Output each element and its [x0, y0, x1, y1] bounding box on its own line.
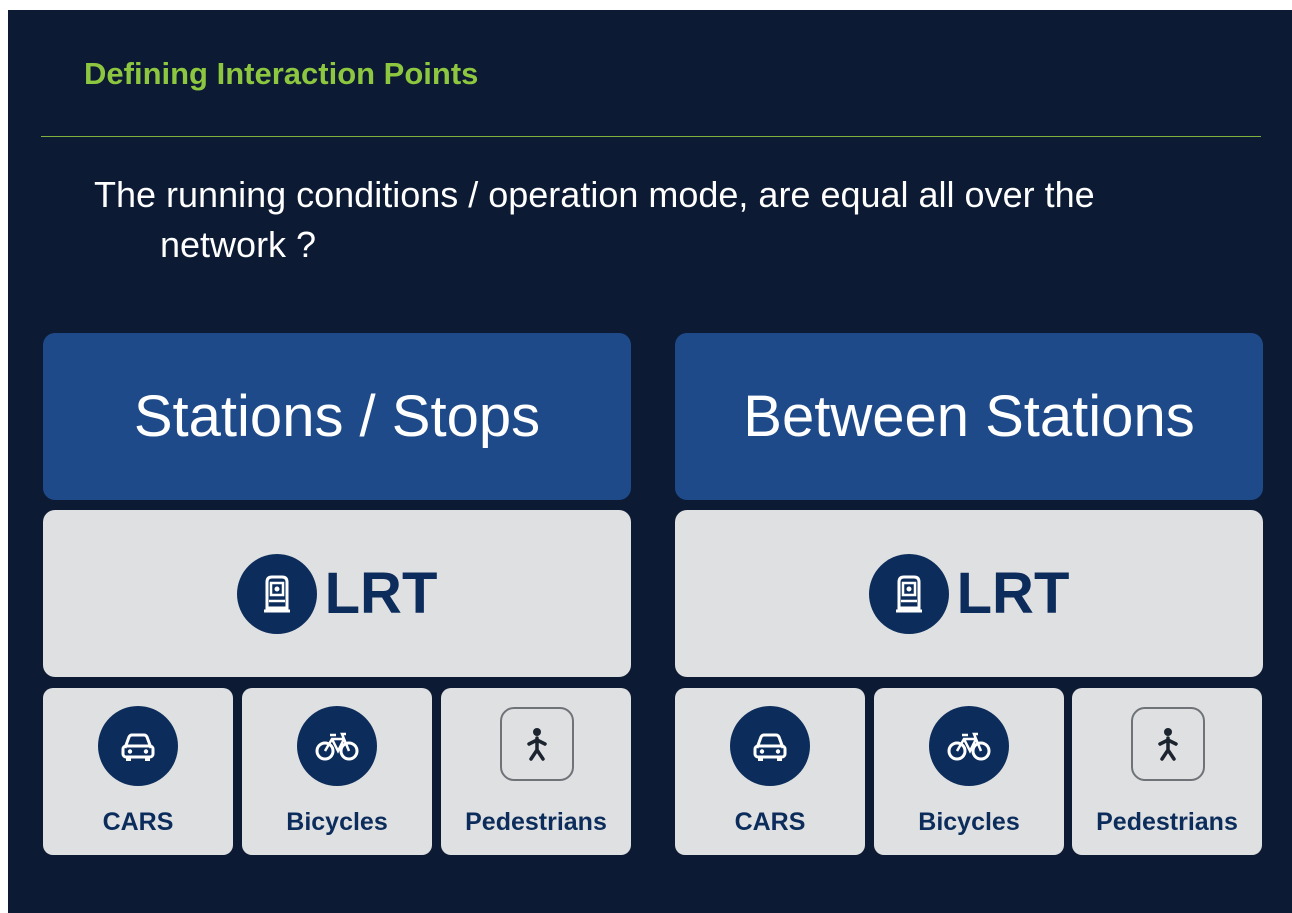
lrt-box-between: LRT [675, 510, 1263, 677]
bicycle-icon [297, 706, 377, 786]
train-icon [868, 553, 949, 634]
mode-bicycles-stations: Bicycles [242, 688, 432, 855]
car-icon [730, 706, 810, 786]
mode-label: Pedestrians [465, 808, 607, 836]
mode-label: Bicycles [286, 808, 388, 836]
question-line-1: The running conditions / operation mode,… [94, 174, 1095, 215]
lrt-label: LRT [956, 561, 1070, 626]
bicycle-icon [929, 706, 1009, 786]
car-icon [98, 706, 178, 786]
pedestrian-icon [1131, 707, 1205, 781]
slide-title: Defining Interaction Points [84, 56, 479, 91]
mode-label: Bicycles [918, 808, 1020, 836]
mode-cars-between: CARS [675, 688, 865, 855]
mode-pedestrians-stations: Pedestrians [441, 688, 631, 855]
mode-label: CARS [734, 808, 806, 836]
mode-label: Pedestrians [1096, 808, 1238, 836]
question-line-2: network ? [160, 224, 317, 265]
mode-cars-stations: CARS [43, 688, 233, 855]
mode-pedestrians-between: Pedestrians [1072, 688, 1262, 855]
lrt-box-stations: LRT [43, 510, 631, 677]
slide: Defining Interaction Points The running … [8, 10, 1292, 913]
pedestrian-icon [500, 707, 574, 781]
title-divider [41, 136, 1261, 137]
train-icon [236, 553, 317, 634]
mode-label: CARS [102, 808, 174, 836]
mode-bicycles-between: Bicycles [874, 688, 1064, 855]
lrt-label: LRT [324, 561, 438, 626]
question-text: The running conditions / operation mode,… [94, 170, 1244, 270]
header-stations-stops: Stations / Stops [43, 333, 631, 500]
header-between-stations: Between Stations [675, 333, 1263, 500]
